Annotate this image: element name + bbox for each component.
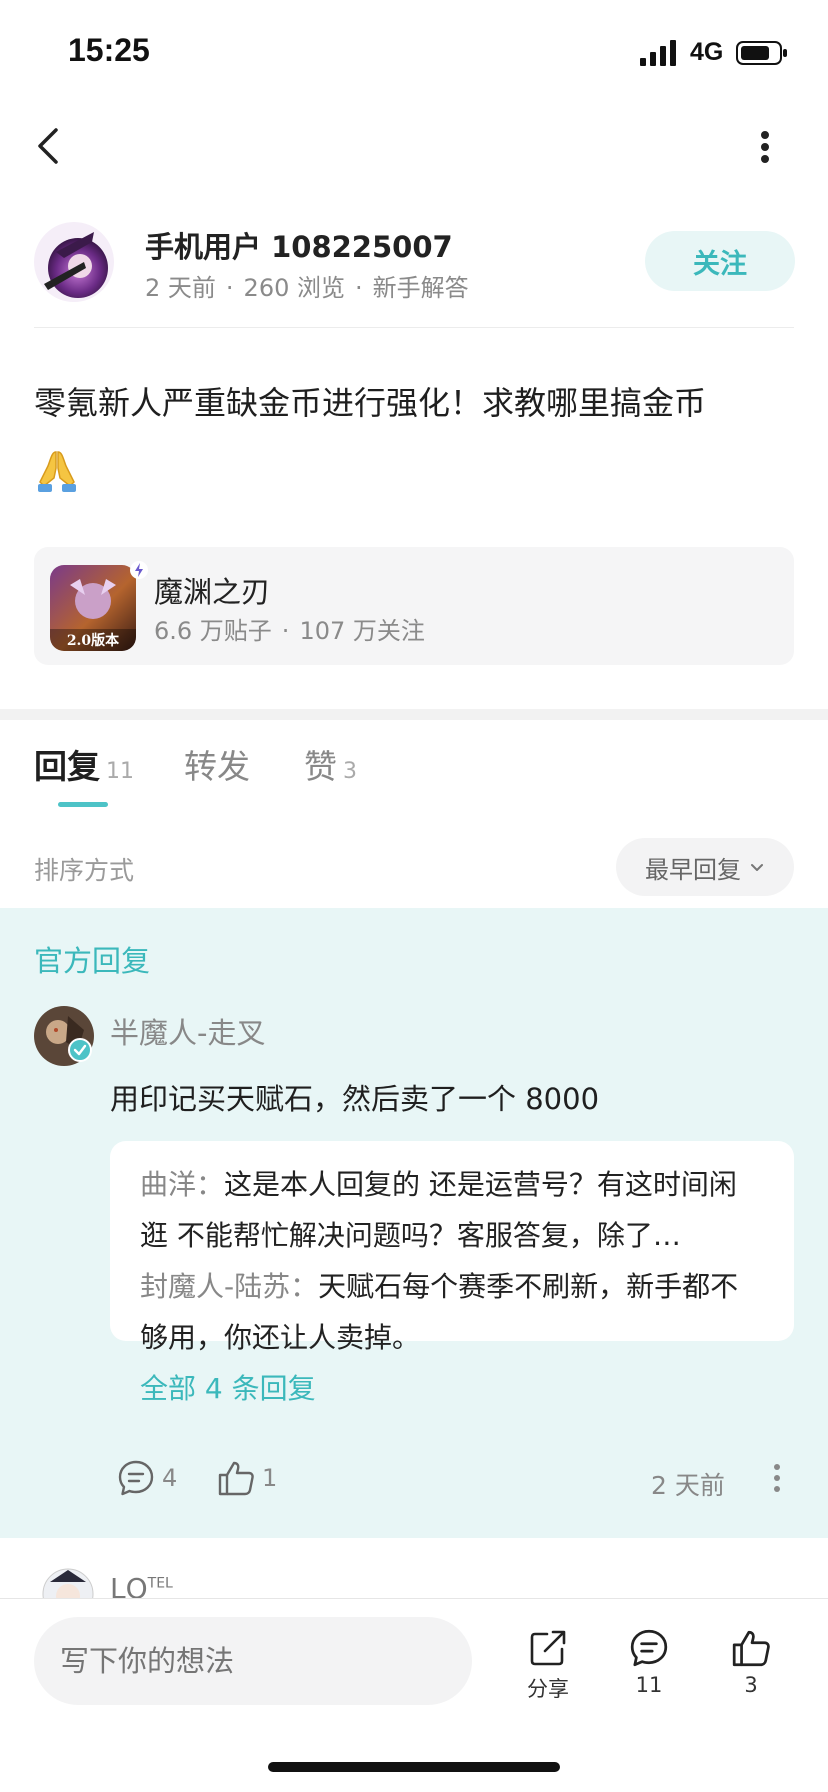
network-type: 4G: [690, 38, 724, 66]
view-count: 260 浏览: [243, 274, 345, 302]
reply-author-name[interactable]: 半魔人-走叉: [110, 1010, 265, 1052]
tab-label: 回复: [34, 747, 100, 786]
author-name[interactable]: 手机用户 108225007: [145, 224, 453, 266]
game-icon: 2.0版本: [50, 565, 136, 651]
game-post-count: 6.6 万贴子: [154, 617, 272, 645]
official-reply-section: 官方回复 半魔人-走叉 用印记买天赋石，然后卖了一个 8000 曲洋：这是本人回…: [0, 908, 828, 1538]
game-stats: 6.6 万贴子 · 107 万关注: [154, 611, 425, 646]
status-time: 15:25: [68, 32, 150, 68]
comments-count: 11: [635, 1673, 663, 1697]
game-icon-image: 2.0版本: [50, 565, 136, 651]
thumbs-up-icon: [218, 1461, 254, 1496]
chevron-left-icon: [38, 128, 58, 164]
follow-button[interactable]: 关注: [645, 231, 795, 291]
tab-label: 转发: [184, 747, 250, 786]
chevron-down-icon: [751, 864, 763, 871]
sub-reply-author: 封魔人-陆苏: [140, 1270, 291, 1303]
game-name: 魔渊之刃: [154, 575, 271, 609]
reply-comment-count: 4: [162, 1464, 178, 1492]
more-options-button[interactable]: [740, 118, 790, 178]
tab-label: 赞: [304, 747, 337, 786]
sub-reply-separator: ：: [196, 1168, 225, 1201]
tab-count: 11: [106, 759, 134, 784]
author-meta: 2 天前 · 260 浏览 · 新手解答: [145, 268, 469, 303]
official-reply-title: 官方回复: [34, 944, 151, 978]
section-divider: [0, 709, 828, 720]
home-indicator[interactable]: [268, 1762, 560, 1772]
comment-icon: [630, 1629, 668, 1667]
tab-likes[interactable]: 赞3: [304, 740, 357, 788]
comment-icon: [118, 1460, 154, 1496]
game-follower-count: 107 万关注: [299, 617, 425, 645]
reply-like-button[interactable]: 1: [216, 1458, 277, 1498]
next-reply-avatar[interactable]: [42, 1568, 94, 1598]
avatar-image: [42, 1568, 94, 1598]
sort-label: 排序方式: [34, 856, 135, 885]
post-time: 2 天前: [145, 274, 216, 302]
status-bar: 15:25 4G: [0, 0, 828, 104]
thumbs-up-icon: [732, 1630, 770, 1667]
more-vertical-icon[interactable]: [770, 1458, 784, 1498]
reply-actions: 4 1 2 天前: [0, 1458, 828, 1508]
tab-replies[interactable]: 回复 11: [34, 740, 134, 788]
next-reply-badge: TEL: [147, 1575, 173, 1592]
next-reply-author-name: LQ: [110, 1572, 148, 1600]
tab-count: 3: [343, 759, 357, 784]
sub-reply-text: 这是本人回复的 还是运营号？有这时间闲逛 不能帮忙解决问题吗？客服答复，除了…: [140, 1168, 737, 1252]
comments-button[interactable]: 11: [609, 1627, 689, 1707]
sub-reply[interactable]: 封魔人-陆苏：天赋石每个赛季不刷新，新手都不够用，你还让人卖掉。: [140, 1261, 764, 1363]
post-text: 零氪新人严重缺金币进行强化！求教哪里搞金币: [34, 384, 707, 422]
post-content: 零氪新人严重缺金币进行强化！求教哪里搞金币: [34, 370, 794, 502]
all-replies-link[interactable]: 全部 4 条回复: [140, 1364, 316, 1414]
more-vertical-icon: [761, 131, 769, 163]
avatar-image: [34, 222, 114, 302]
signal-icon: [640, 40, 676, 66]
reply-like-count: 1: [262, 1464, 278, 1492]
likes-count: 3: [744, 1673, 758, 1697]
pray-emoji-icon: [38, 451, 76, 492]
tab-reposts[interactable]: 转发: [184, 740, 250, 788]
game-icon-badge: 2.0版本: [67, 632, 120, 649]
like-button[interactable]: 3: [711, 1627, 791, 1707]
verified-badge-icon: [68, 1038, 92, 1062]
comment-input[interactable]: [34, 1617, 472, 1705]
sub-replies-box[interactable]: 曲洋：这是本人回复的 还是运营号？有这时间闲逛 不能帮忙解决问题吗？客服答复，除…: [110, 1141, 794, 1354]
reply-comment-button[interactable]: 4: [116, 1458, 177, 1498]
game-card[interactable]: 2.0版本 魔渊之刃 6.6 万贴子 · 107 万关注: [34, 547, 794, 665]
share-label: 分享: [527, 1677, 569, 1701]
divider: [34, 327, 794, 328]
post-category[interactable]: 新手解答: [373, 274, 469, 302]
share-icon: [530, 1630, 566, 1666]
reply-text: 用印记买天赋石，然后卖了一个 8000: [110, 1082, 600, 1116]
author-avatar[interactable]: [34, 222, 114, 302]
lightning-badge-icon: [130, 561, 148, 579]
sort-selected-value: 最早回复: [645, 855, 741, 884]
meta-separator: ·: [354, 274, 363, 302]
reply-time: 2 天前: [651, 1471, 725, 1500]
meta-separator: ·: [281, 617, 290, 645]
battery-icon: [736, 41, 787, 65]
sub-reply[interactable]: 曲洋：这是本人回复的 还是运营号？有这时间闲逛 不能帮忙解决问题吗？客服答复，除…: [140, 1159, 764, 1261]
sort-dropdown[interactable]: 最早回复: [616, 838, 794, 896]
meta-separator: ·: [225, 274, 234, 302]
sub-reply-separator: ：: [290, 1270, 319, 1303]
sub-reply-author: 曲洋: [140, 1168, 197, 1201]
share-button[interactable]: 分享: [508, 1627, 588, 1707]
back-button[interactable]: [30, 118, 90, 178]
active-tab-indicator: [58, 802, 108, 807]
next-reply-author[interactable]: LQTEL: [110, 1572, 173, 1600]
